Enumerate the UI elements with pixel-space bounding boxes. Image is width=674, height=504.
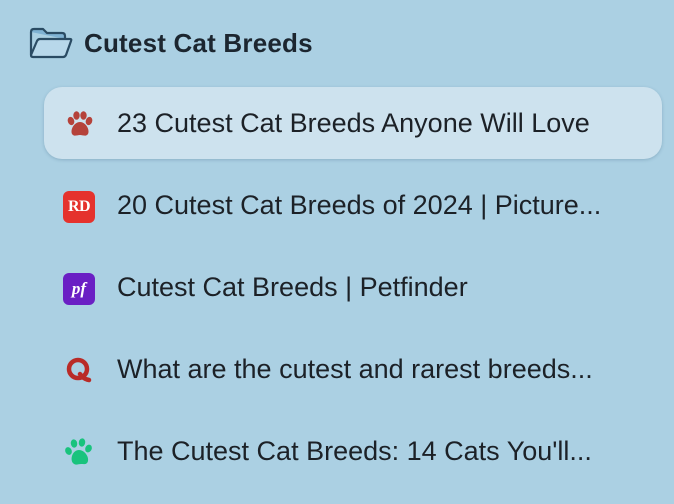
readers-digest-badge: RD: [63, 191, 95, 223]
tab-item[interactable]: RD 20 Cutest Cat Breeds of 2024 | Pictur…: [44, 169, 662, 241]
tab-title: Cutest Cat Breeds | Petfinder: [117, 272, 468, 302]
tab-title: 20 Cutest Cat Breeds of 2024 | Picture..…: [117, 190, 602, 220]
petfinder-badge: pf: [63, 273, 95, 305]
tab-title: The Cutest Cat Breeds: 14 Cats You'll...: [117, 436, 592, 466]
tab-title: What are the cutest and rarest breeds...: [117, 354, 593, 384]
folder-open-icon: [28, 25, 74, 61]
tab-item[interactable]: pf Cutest Cat Breeds | Petfinder: [44, 251, 662, 323]
tab-group-header[interactable]: Cutest Cat Breeds: [28, 24, 313, 62]
tab-title: 23 Cutest Cat Breeds Anyone Will Love: [117, 108, 590, 138]
readers-digest-icon: RD: [63, 191, 95, 223]
tab-item[interactable]: What are the cutest and rarest breeds...: [44, 333, 662, 405]
paw-green-icon: [63, 437, 95, 469]
petfinder-icon: pf: [63, 273, 95, 305]
tab-list: 23 Cutest Cat Breeds Anyone Will Love RD…: [44, 87, 662, 497]
tab-item[interactable]: 23 Cutest Cat Breeds Anyone Will Love: [44, 87, 662, 159]
paw-red-icon: [63, 109, 95, 141]
tab-item[interactable]: The Cutest Cat Breeds: 14 Cats You'll...: [44, 415, 662, 487]
quora-icon: [63, 355, 95, 387]
tab-group-title: Cutest Cat Breeds: [84, 27, 313, 58]
